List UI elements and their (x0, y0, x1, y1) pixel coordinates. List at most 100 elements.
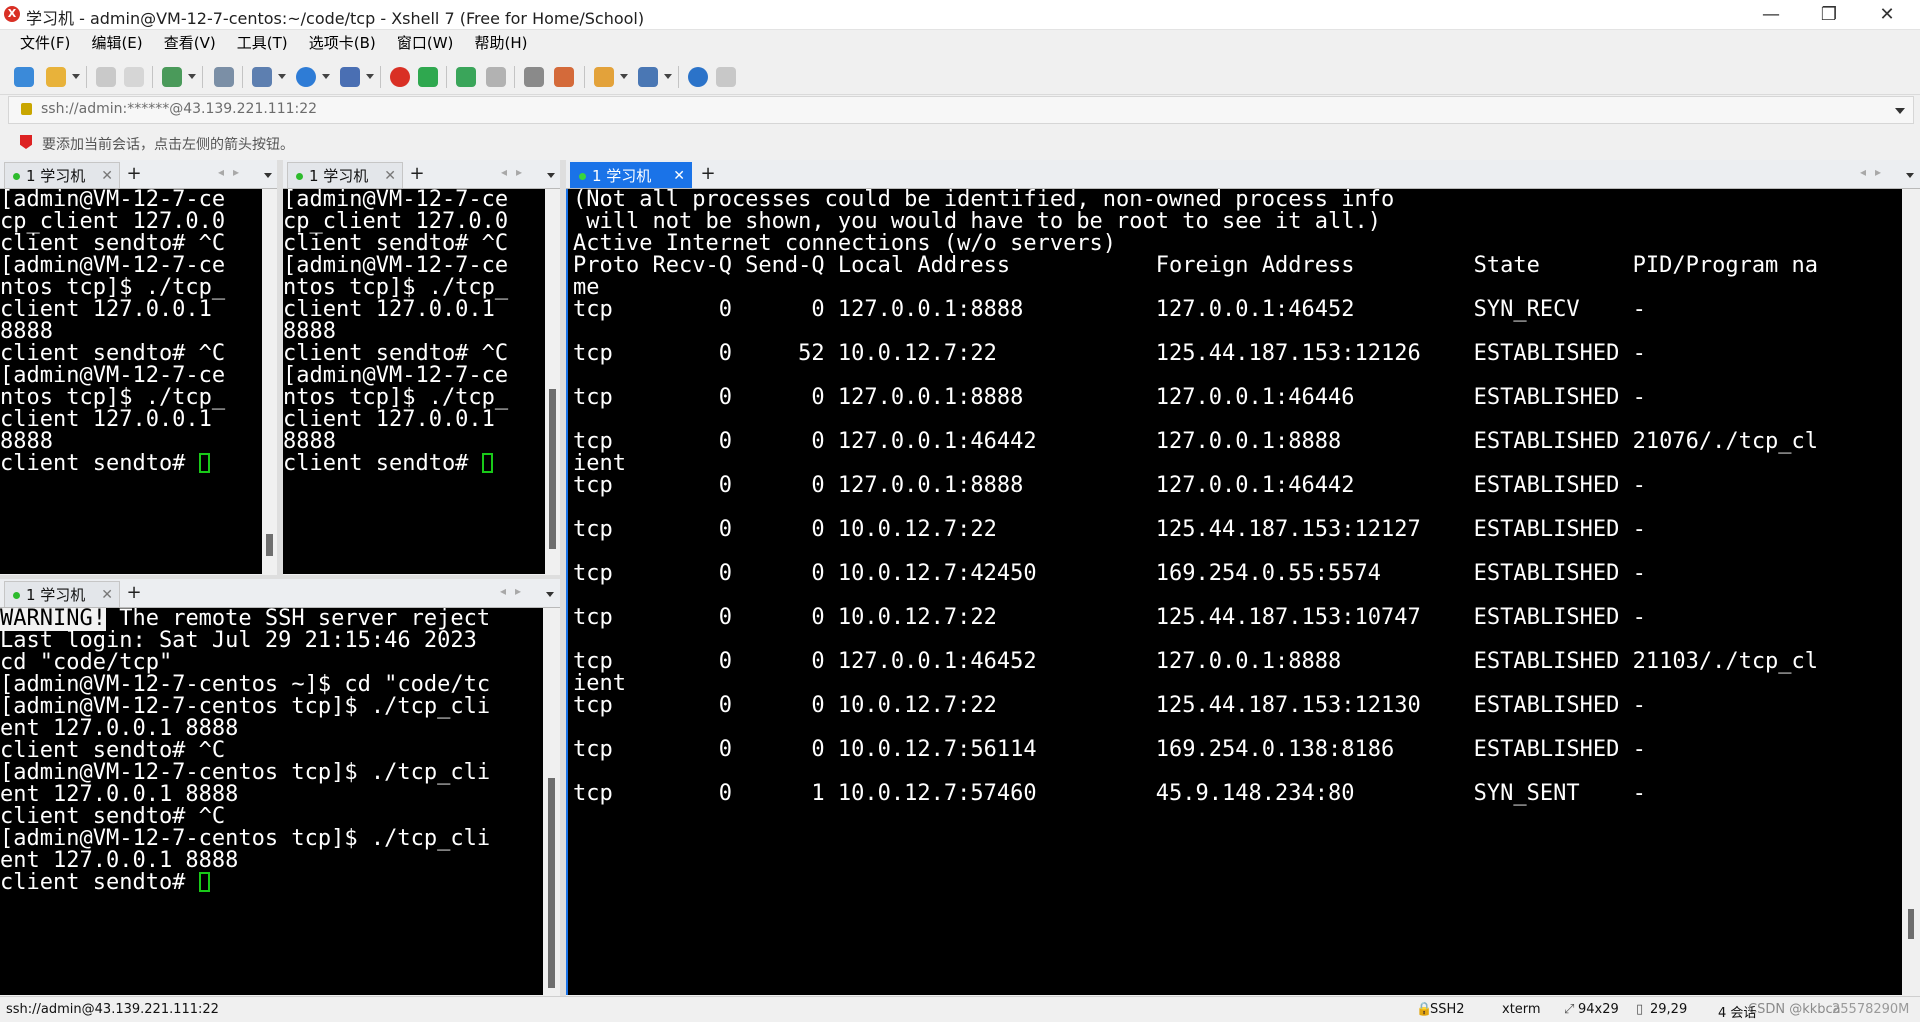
tab-close-icon[interactable]: ✕ (101, 163, 113, 189)
add-tab-button[interactable]: + (407, 162, 427, 186)
terminal-line: tcp 0 0 10.0.12.7:42450 169.254.0.55:557… (573, 561, 1646, 586)
disconnect-icon[interactable] (124, 67, 144, 87)
tab-menu-icon[interactable] (264, 173, 272, 178)
tab-menu-icon[interactable] (547, 173, 555, 178)
terminal-line: [admin@VM-12-7-ce (283, 189, 509, 212)
globe-icon[interactable] (296, 67, 316, 87)
tab-scroll-icon[interactable]: ◂▸ (218, 165, 248, 179)
terminal-line: 8888 (0, 319, 53, 344)
status-size-icon: ⤢ (1564, 1002, 1575, 1017)
minimize-button[interactable]: — (1742, 0, 1800, 29)
connected-dot-icon (13, 592, 20, 599)
menu-window[interactable]: 窗口(W) (389, 30, 462, 57)
bookmark-icon[interactable] (20, 135, 32, 149)
terminal-output: [admin@VM-12-7-ce cp_client 127.0.0 client… (0, 189, 262, 453)
layout-icon[interactable] (638, 67, 658, 87)
tab-label: 1 学习机 (26, 167, 86, 185)
terminal-bottom-left[interactable]: WARNING! The remote SSH server reject La… (0, 608, 543, 995)
tab-menu-icon[interactable] (546, 592, 554, 597)
terminal-line: cd "code/tcp" (0, 650, 173, 675)
menu-edit[interactable]: 编辑(E) (83, 30, 150, 57)
tab-session[interactable]: 1 学习机 ✕ (4, 162, 120, 188)
terminal-line: tcp 0 52 10.0.12.7:22 125.44.187.153:121… (573, 341, 1646, 366)
terminal-line: 8888 (283, 319, 336, 344)
toolbar (0, 58, 1920, 95)
terminal-top-left[interactable]: [admin@VM-12-7-ce cp_client 127.0.0 client… (0, 189, 262, 574)
tab-scroll-icon[interactable]: ◂▸ (500, 584, 530, 598)
chat-icon[interactable] (716, 67, 736, 87)
xshell-icon[interactable] (390, 67, 410, 87)
terminal-line: [admin@VM-12-7-centos tcp]$ ./tcp_cli (0, 760, 491, 785)
menu-tab[interactable]: 选项卡(B) (301, 30, 384, 57)
menu-view[interactable]: 查看(V) (156, 30, 224, 57)
tab-close-icon[interactable]: ✕ (384, 163, 396, 189)
csdn-watermark: CSDN @kkbca (1748, 1002, 1841, 1017)
terminal-line: tcp 0 0 127.0.0.1:8888 127.0.0.1:46446 E… (573, 385, 1646, 410)
hint-bar: 要添加当前会话，点击左侧的箭头按钮。 (0, 127, 1920, 157)
compose-icon[interactable] (594, 67, 614, 87)
tab-menu-icon[interactable] (1906, 173, 1914, 178)
status-protocol: SSH2 (1430, 1002, 1465, 1017)
scrollbar-top-left[interactable] (262, 189, 277, 574)
address-input[interactable]: ssh://admin:******@43.139.221.111:22 (41, 101, 317, 117)
scroll-thumb[interactable] (549, 389, 556, 549)
terminal-line: Last login: Sat Jul 29 21:15:46 2023 (0, 628, 477, 653)
tab-close-icon[interactable]: ✕ (673, 163, 685, 189)
xftp-icon[interactable] (418, 67, 438, 87)
terminal-line: tcp 0 0 127.0.0.1:46442 127.0.0.1:8888 E… (573, 429, 1819, 454)
tab-label: 1 学习机 (592, 167, 652, 185)
window-title: 学习机 - admin@VM-12-7-centos:~/code/tcp - … (26, 9, 645, 28)
terminal-line: ent 127.0.0.1 8888 (0, 716, 239, 741)
keyboard-icon[interactable] (524, 67, 544, 87)
help-icon[interactable] (688, 67, 708, 87)
terminal-line: client sendto# ^C (0, 804, 226, 829)
tab-close-icon[interactable]: ✕ (101, 582, 113, 608)
tab-session[interactable]: 1 学习机 ✕ (287, 162, 403, 188)
tab-scroll-icon[interactable]: ◂▸ (1860, 165, 1890, 179)
tab-scroll-icon[interactable]: ◂▸ (501, 165, 531, 179)
add-tab-button[interactable]: + (698, 162, 718, 186)
address-bar[interactable]: ssh://admin:******@43.139.221.111:22 (8, 96, 1914, 124)
close-button[interactable]: ✕ (1858, 0, 1916, 29)
script-icon[interactable] (554, 67, 574, 87)
new-tab-icon[interactable] (162, 67, 182, 87)
scroll-thumb[interactable] (266, 534, 273, 556)
new-session-icon[interactable] (14, 67, 34, 87)
terminal-line: client sendto# ^C (0, 738, 226, 763)
terminal-line: me (573, 275, 600, 300)
scroll-thumb[interactable] (1908, 909, 1914, 939)
scroll-thumb[interactable] (548, 778, 555, 988)
add-tab-button[interactable]: + (124, 581, 144, 605)
terminal-top-middle[interactable]: [admin@VM-12-7-ce cp_client 127.0.0 client… (283, 189, 545, 574)
connected-dot-icon (296, 173, 303, 180)
address-dropdown-icon[interactable] (1895, 108, 1905, 114)
add-tab-button[interactable]: + (124, 162, 144, 186)
lock-icon[interactable] (486, 67, 506, 87)
terminal-line: [admin@VM-12-7-ce (0, 253, 226, 278)
tab-session-active[interactable]: 1 学习机 ✕ (570, 162, 692, 188)
terminal-line: (Not all processes could be identified, … (573, 189, 1395, 212)
menu-help[interactable]: 帮助(H) (466, 30, 535, 57)
restore-button[interactable]: ❐ (1800, 0, 1858, 29)
terminal-line: tcp 0 0 127.0.0.1:8888 127.0.0.1:46442 E… (573, 473, 1646, 498)
terminal-main[interactable]: (Not all processes could be identified, … (566, 189, 1902, 995)
fullscreen-icon[interactable] (456, 67, 476, 87)
scrollbar-main[interactable] (1902, 189, 1920, 995)
open-folder-icon[interactable] (46, 67, 66, 87)
terminal-line: tcp 0 1 10.0.12.7:57460 45.9.148.234:80 … (573, 781, 1646, 806)
font-icon[interactable] (340, 67, 360, 87)
menu-tools[interactable]: 工具(T) (229, 30, 296, 57)
tab-session[interactable]: 1 学习机 ✕ (4, 581, 120, 607)
properties-icon[interactable] (252, 67, 272, 87)
scrollbar-top-middle[interactable] (545, 189, 560, 574)
find-icon[interactable] (214, 67, 234, 87)
text-cursor (198, 872, 210, 892)
scrollbar-bottom-left[interactable] (543, 608, 560, 995)
menu-file[interactable]: 文件(F) (0, 30, 78, 57)
connect-icon[interactable] (96, 67, 116, 87)
